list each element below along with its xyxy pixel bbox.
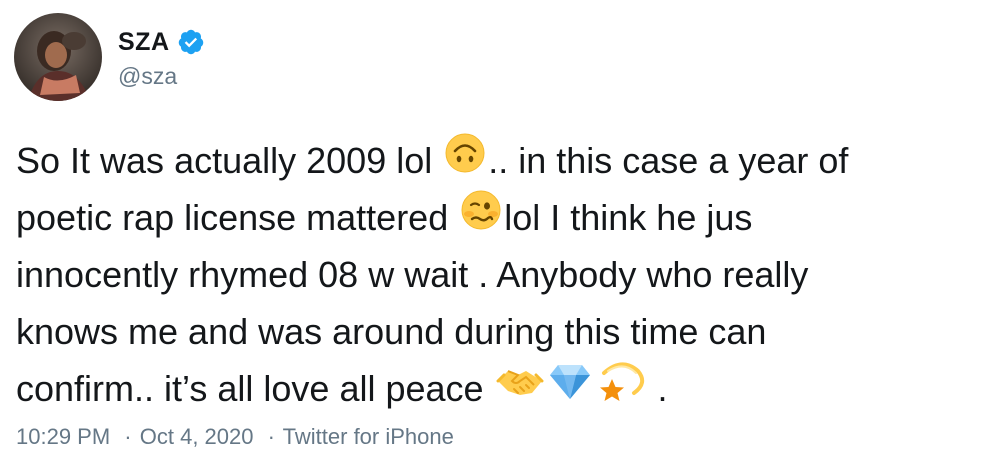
woozy-face-emoji-icon: [460, 189, 502, 247]
verified-badge-icon: [177, 28, 205, 56]
tweet-text-segment: knows me and was around during this time…: [16, 311, 767, 352]
tweet-card: SZA @sza So It was actually 2009 lol .. …: [0, 0, 988, 476]
tweet-line: poetic rap license mattered lol I think …: [16, 189, 976, 246]
display-name-row: SZA: [118, 27, 205, 57]
metadata-separator: ·: [267, 424, 275, 449]
dizzy-star-emoji-icon: [596, 359, 646, 419]
tweet-line: innocently rhymed 08 w wait . Anybody wh…: [16, 246, 976, 303]
tweet-line: knows me and was around during this time…: [16, 303, 976, 360]
author-names: SZA @sza: [118, 13, 205, 90]
tweet-date[interactable]: Oct 4, 2020: [140, 424, 254, 449]
tweet-text-segment: poetic rap license mattered: [16, 197, 459, 238]
tweet-source[interactable]: Twitter for iPhone: [283, 424, 454, 449]
avatar-photo-icon: [14, 13, 102, 101]
upside-down-face-emoji-icon: [444, 132, 486, 190]
tweet-text-segment: innocently rhymed 08 w wait . Anybody wh…: [16, 254, 809, 295]
tweet-text-segment: confirm.. it’s all love all peace: [16, 368, 494, 409]
avatar[interactable]: [14, 13, 102, 101]
metadata-separator: ·: [124, 424, 132, 449]
tweet-time[interactable]: 10:29 PM: [16, 424, 110, 449]
tweet-metadata: 10:29 PM · Oct 4, 2020 · Twitter for iPh…: [16, 424, 456, 450]
tweet-text-segment: So It was actually 2009 lol: [16, 140, 443, 181]
display-name[interactable]: SZA: [118, 28, 170, 57]
tweet-text: So It was actually 2009 lol .. in this c…: [16, 132, 976, 417]
tweet-text-segment: lol I think he jus: [504, 197, 753, 238]
tweet-line: confirm.. it’s all love all peace .: [16, 360, 976, 417]
tweet-text-segment: .. in this case a year of: [488, 140, 849, 181]
tweet-line: So It was actually 2009 lol .. in this c…: [16, 132, 976, 189]
gem-emoji-icon: [548, 360, 592, 417]
tweet-header: SZA @sza: [14, 13, 205, 101]
tweet-text-segment: .: [647, 368, 668, 409]
handshake-emoji-icon: [496, 360, 544, 417]
handle[interactable]: @sza: [118, 63, 205, 90]
